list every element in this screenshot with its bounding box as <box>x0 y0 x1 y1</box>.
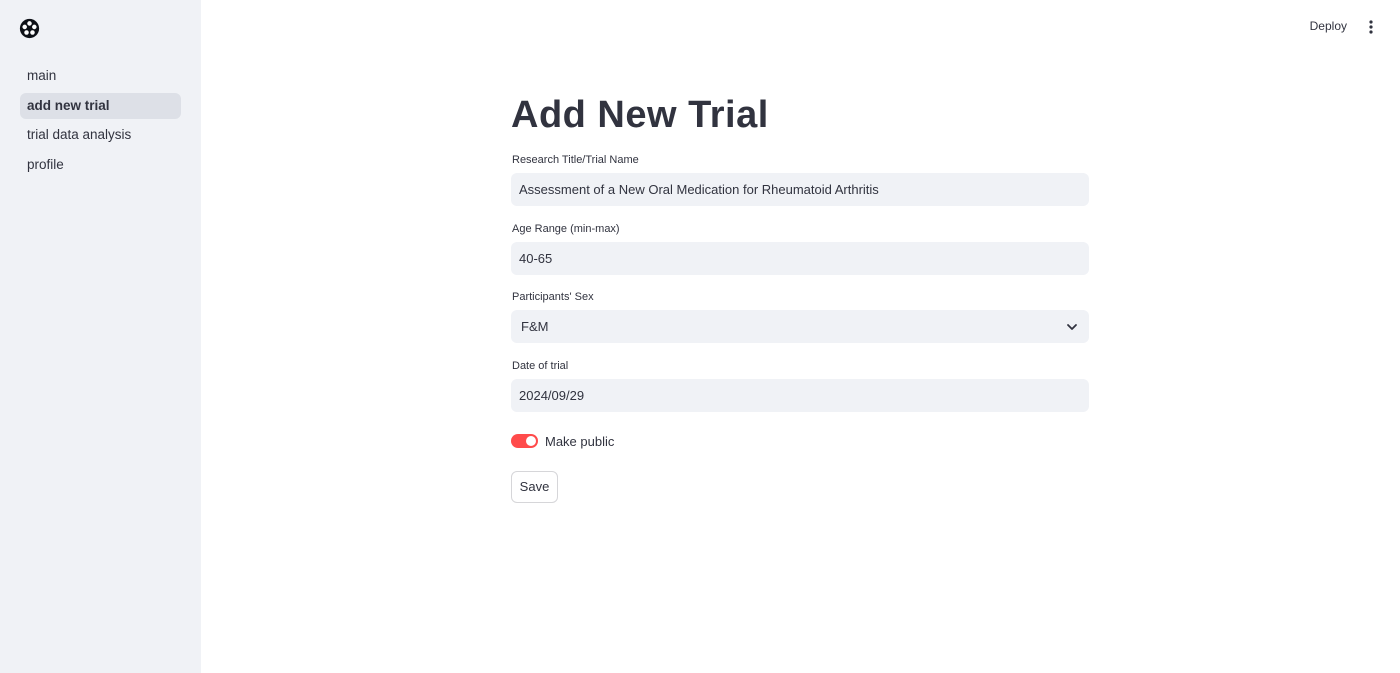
research-title-label: Research Title/Trial Name <box>512 154 639 166</box>
sidebar-item-add-new-trial[interactable]: add new trial <box>20 92 181 119</box>
make-public-toggle[interactable] <box>511 434 538 448</box>
make-public-row: Make public <box>511 432 614 450</box>
make-public-label: Make public <box>545 433 615 449</box>
sidebar-item-trial-data-analysis[interactable]: trial data analysis <box>20 122 181 148</box>
age-range-field: Age Range (min-max) 40-65 <box>511 221 1089 275</box>
deploy-button[interactable]: Deploy <box>1310 19 1347 33</box>
research-title-input[interactable]: Assessment of a New Oral Medication for … <box>511 173 1089 206</box>
save-button[interactable]: Save <box>511 471 558 503</box>
date-of-trial-field: Date of trial 2024/09/29 <box>511 358 1089 412</box>
sidebar-item-profile[interactable]: profile <box>20 152 181 178</box>
toggle-knob <box>526 436 536 446</box>
vertical-dots-icon[interactable] <box>1366 19 1376 35</box>
main-content: Add New Trial Research Title/Trial Name … <box>511 88 1089 503</box>
participants-sex-select[interactable]: F&M <box>511 310 1089 343</box>
sidebar-item-main[interactable]: main <box>20 63 181 89</box>
date-of-trial-input[interactable]: 2024/09/29 <box>511 379 1089 412</box>
participants-sex-field: Participants' Sex F&M <box>511 289 1089 343</box>
page-title: Add New Trial <box>511 94 769 136</box>
age-range-input[interactable]: 40-65 <box>511 242 1089 275</box>
sidebar-nav: main add new trial trial data analysis p… <box>20 63 181 181</box>
participants-sex-value: F&M <box>521 319 549 334</box>
participants-sex-label: Participants' Sex <box>512 291 594 303</box>
chevron-down-icon[interactable] <box>1066 321 1078 333</box>
streamlit-logo-icon[interactable] <box>19 18 40 39</box>
age-range-label: Age Range (min-max) <box>512 223 620 235</box>
research-title-field: Research Title/Trial Name Assessment of … <box>511 152 1089 206</box>
app-root: main add new trial trial data analysis p… <box>0 0 1400 673</box>
date-of-trial-label: Date of trial <box>512 360 569 372</box>
sidebar: main add new trial trial data analysis p… <box>0 0 201 673</box>
